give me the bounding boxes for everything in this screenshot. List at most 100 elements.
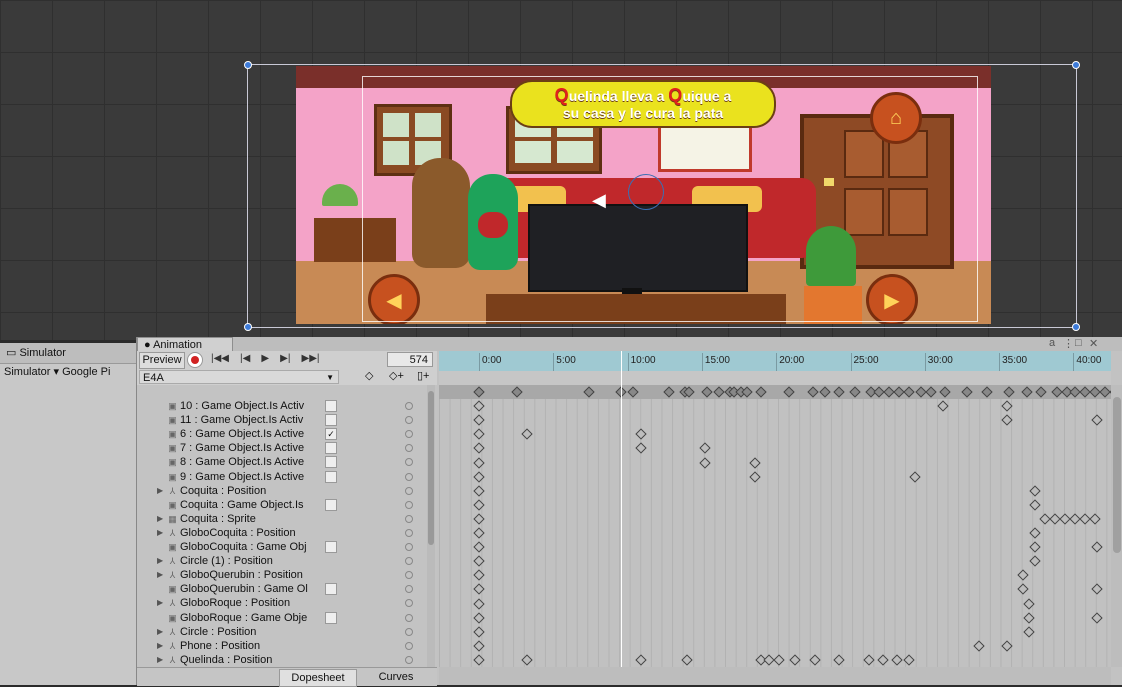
property-checkbox[interactable] (325, 442, 337, 455)
device-dropdown[interactable]: Google Pi (62, 366, 110, 378)
keyframe-toggle-icon[interactable] (405, 641, 413, 650)
keyframe-toggle-icon[interactable] (405, 416, 413, 425)
keyframe-diamond[interactable] (1089, 513, 1101, 525)
property-checkbox[interactable] (325, 541, 337, 553)
property-checkbox[interactable] (325, 414, 337, 427)
add-event-icon[interactable]: ▯+ (417, 369, 429, 382)
keyframe-diamond[interactable] (473, 611, 485, 624)
expand-arrow-icon[interactable]: ▶ (157, 484, 163, 498)
property-checkbox[interactable] (325, 611, 337, 624)
keyframe-toggle-icon[interactable] (405, 557, 413, 566)
keyframe-diamond[interactable] (807, 386, 819, 398)
preview-button[interactable]: Preview (139, 352, 185, 369)
keyframe-diamond[interactable] (833, 386, 845, 398)
keyframe-diamond[interactable] (809, 654, 821, 666)
play-icon[interactable]: ▶ (257, 351, 273, 367)
keyframe-diamond[interactable] (473, 386, 485, 398)
keyframe-diamond[interactable] (909, 470, 921, 483)
keyframe-diamond[interactable] (627, 386, 639, 398)
keyframe-diamond[interactable] (699, 442, 711, 455)
keyframe-diamond[interactable] (773, 654, 785, 666)
keyframe-toggle-icon[interactable] (405, 528, 413, 537)
keyframe-diamond[interactable] (1023, 597, 1035, 610)
keyframe-diamond[interactable] (511, 386, 523, 398)
keyframe-diamond[interactable] (473, 400, 485, 412)
keyframe-toggle-icon[interactable] (405, 613, 413, 622)
property-scrollbar-thumb[interactable] (428, 391, 434, 545)
keyframe-diamond[interactable] (681, 654, 693, 666)
playhead[interactable] (621, 351, 622, 681)
keyframe-diamond[interactable] (849, 386, 861, 398)
keyframe-diamond[interactable] (635, 654, 647, 666)
first-keyframe-icon[interactable]: |◀◀ (207, 351, 233, 367)
maximize-icon[interactable]: □ (1075, 337, 1082, 349)
last-keyframe-icon[interactable]: ▶▶| (298, 351, 324, 367)
keyframe-toggle-icon[interactable] (405, 543, 413, 551)
keyframe-diamond[interactable] (1091, 583, 1103, 596)
record-button[interactable] (187, 352, 203, 368)
expand-arrow-icon[interactable]: ▶ (157, 554, 163, 568)
keyframe-diamond[interactable] (473, 456, 485, 469)
keyframe-toggle-icon[interactable] (405, 430, 413, 439)
keyframe-diamond[interactable] (903, 386, 915, 398)
keyframe-diamond[interactable] (749, 470, 761, 483)
keyframe-diamond[interactable] (973, 640, 985, 652)
previous-keyframe-icon[interactable]: |◀ (236, 351, 254, 367)
keyframe-diamond[interactable] (473, 428, 485, 440)
keyframe-diamond[interactable] (635, 428, 647, 440)
keyframe-diamond[interactable] (473, 527, 485, 539)
keyframe-diamond[interactable] (635, 442, 647, 455)
expand-arrow-icon[interactable]: ▶ (157, 639, 163, 653)
expand-arrow-icon[interactable]: ▶ (157, 596, 163, 610)
event-row[interactable] (439, 371, 1111, 386)
keyframe-toggle-icon[interactable] (405, 444, 413, 453)
keyframe-toggle-icon[interactable] (405, 627, 413, 636)
keyframe-diamond[interactable] (981, 386, 993, 398)
keyframe-diamond[interactable] (1029, 499, 1041, 511)
keyframe-toggle-icon[interactable] (405, 655, 413, 664)
rect-handle-bottom-right[interactable] (1072, 323, 1080, 331)
property-row[interactable]: ▶ ⅄ GloboRoque : Position (137, 596, 437, 610)
property-row[interactable]: ▶ ⅄ Circle : Position (137, 625, 437, 639)
keyframe-diamond[interactable] (473, 470, 485, 483)
add-keyframe-icon[interactable]: ◇ (365, 369, 373, 382)
keyframe-diamond[interactable] (1001, 400, 1013, 412)
keyframe-diamond[interactable] (1029, 541, 1041, 553)
property-row[interactable]: ▶ ⅄ Quelinda : Position (137, 653, 437, 667)
keyframe-diamond[interactable] (473, 654, 485, 666)
keyframe-toggle-icon[interactable] (405, 402, 413, 410)
rect-handle-bottom-left[interactable] (244, 323, 252, 331)
property-checkbox[interactable] (325, 583, 337, 596)
keyframe-toggle-icon[interactable] (405, 486, 413, 495)
keyframe-diamond[interactable] (473, 555, 485, 567)
keyframe-diamond[interactable] (473, 640, 485, 652)
keyframe-diamond[interactable] (1029, 485, 1041, 497)
keyframe-diamond[interactable] (961, 386, 973, 398)
simulator-tab[interactable]: ▭ Simulator (0, 343, 136, 364)
keyframe-diamond[interactable] (713, 386, 725, 398)
property-checkbox[interactable] (325, 470, 337, 483)
keyframe-toggle-icon[interactable] (405, 472, 413, 481)
property-row[interactable]: ▣ GloboCoquita : Game Obj (137, 540, 437, 554)
keyframe-toggle-icon[interactable] (405, 599, 413, 608)
keyframe-diamond[interactable] (1001, 640, 1013, 652)
keyframe-toggle-icon[interactable] (405, 585, 413, 594)
rect-handle-top-left[interactable] (244, 61, 252, 69)
timeline-scrollbar-thumb[interactable] (1113, 397, 1121, 553)
timeline-hscrollbar[interactable] (439, 667, 1111, 685)
keyframe-diamond[interactable] (473, 626, 485, 638)
keyframe-diamond[interactable] (819, 386, 831, 398)
keyframe-diamond[interactable] (663, 386, 675, 398)
property-row[interactable]: ▶ ▦ Coquita : Sprite (137, 512, 437, 526)
keyframe-diamond[interactable] (583, 386, 595, 398)
keyframe-diamond[interactable] (1017, 583, 1029, 596)
property-row[interactable]: ▣ GloboRoque : Game Obje (137, 611, 437, 625)
expand-arrow-icon[interactable]: ▶ (157, 653, 163, 667)
property-row[interactable]: ▶ ⅄ Circle (1) : Position (137, 554, 437, 568)
keyframe-diamond[interactable] (473, 485, 485, 497)
property-checkbox[interactable] (325, 498, 337, 511)
keyframe-toggle-icon[interactable] (405, 514, 413, 523)
keyframe-diamond[interactable] (473, 541, 485, 553)
keyframe-diamond[interactable] (833, 654, 845, 666)
keyframe-toggle-icon[interactable] (405, 458, 413, 467)
